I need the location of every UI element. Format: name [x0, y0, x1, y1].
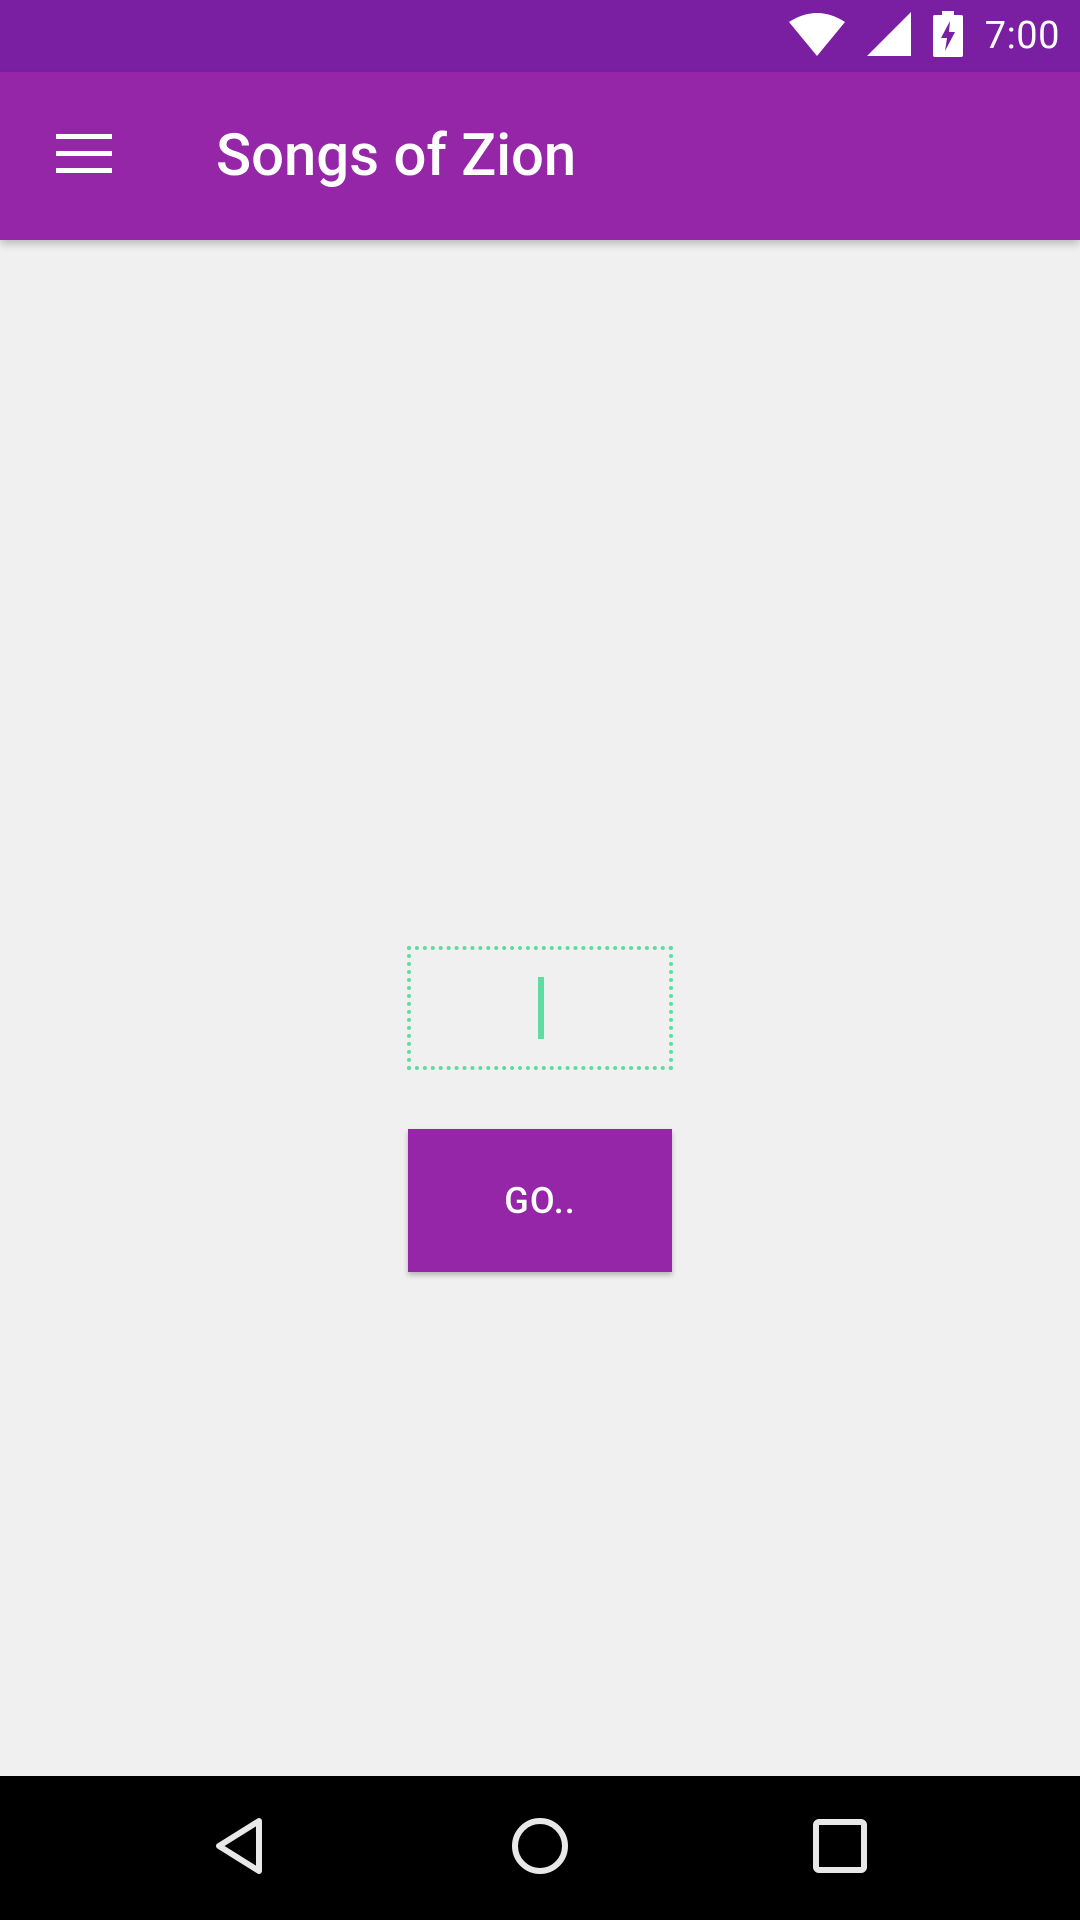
app-bar: Songs of Zion	[0, 72, 1080, 240]
status-bar: 7:00	[0, 0, 1080, 72]
battery-charging-icon	[932, 11, 963, 61]
song-number-input[interactable]	[407, 946, 673, 1070]
go-button[interactable]: GO..	[408, 1129, 672, 1272]
menu-button[interactable]	[24, 108, 144, 204]
hamburger-menu-icon	[56, 134, 112, 178]
back-icon	[212, 1816, 268, 1880]
back-button[interactable]	[160, 1776, 320, 1920]
home-icon	[510, 1816, 570, 1880]
recents-icon	[812, 1818, 868, 1878]
app-title: Songs of Zion	[216, 122, 577, 190]
cell-signal-icon	[866, 12, 911, 60]
status-time: 7:00	[984, 14, 1060, 58]
status-icons: 7:00	[788, 0, 1060, 72]
wifi-icon	[788, 12, 845, 60]
main-content: GO..	[0, 240, 1080, 1776]
navigation-bar	[0, 1776, 1080, 1920]
recents-button[interactable]	[760, 1776, 920, 1920]
home-button[interactable]	[460, 1776, 620, 1920]
text-cursor	[538, 977, 544, 1039]
